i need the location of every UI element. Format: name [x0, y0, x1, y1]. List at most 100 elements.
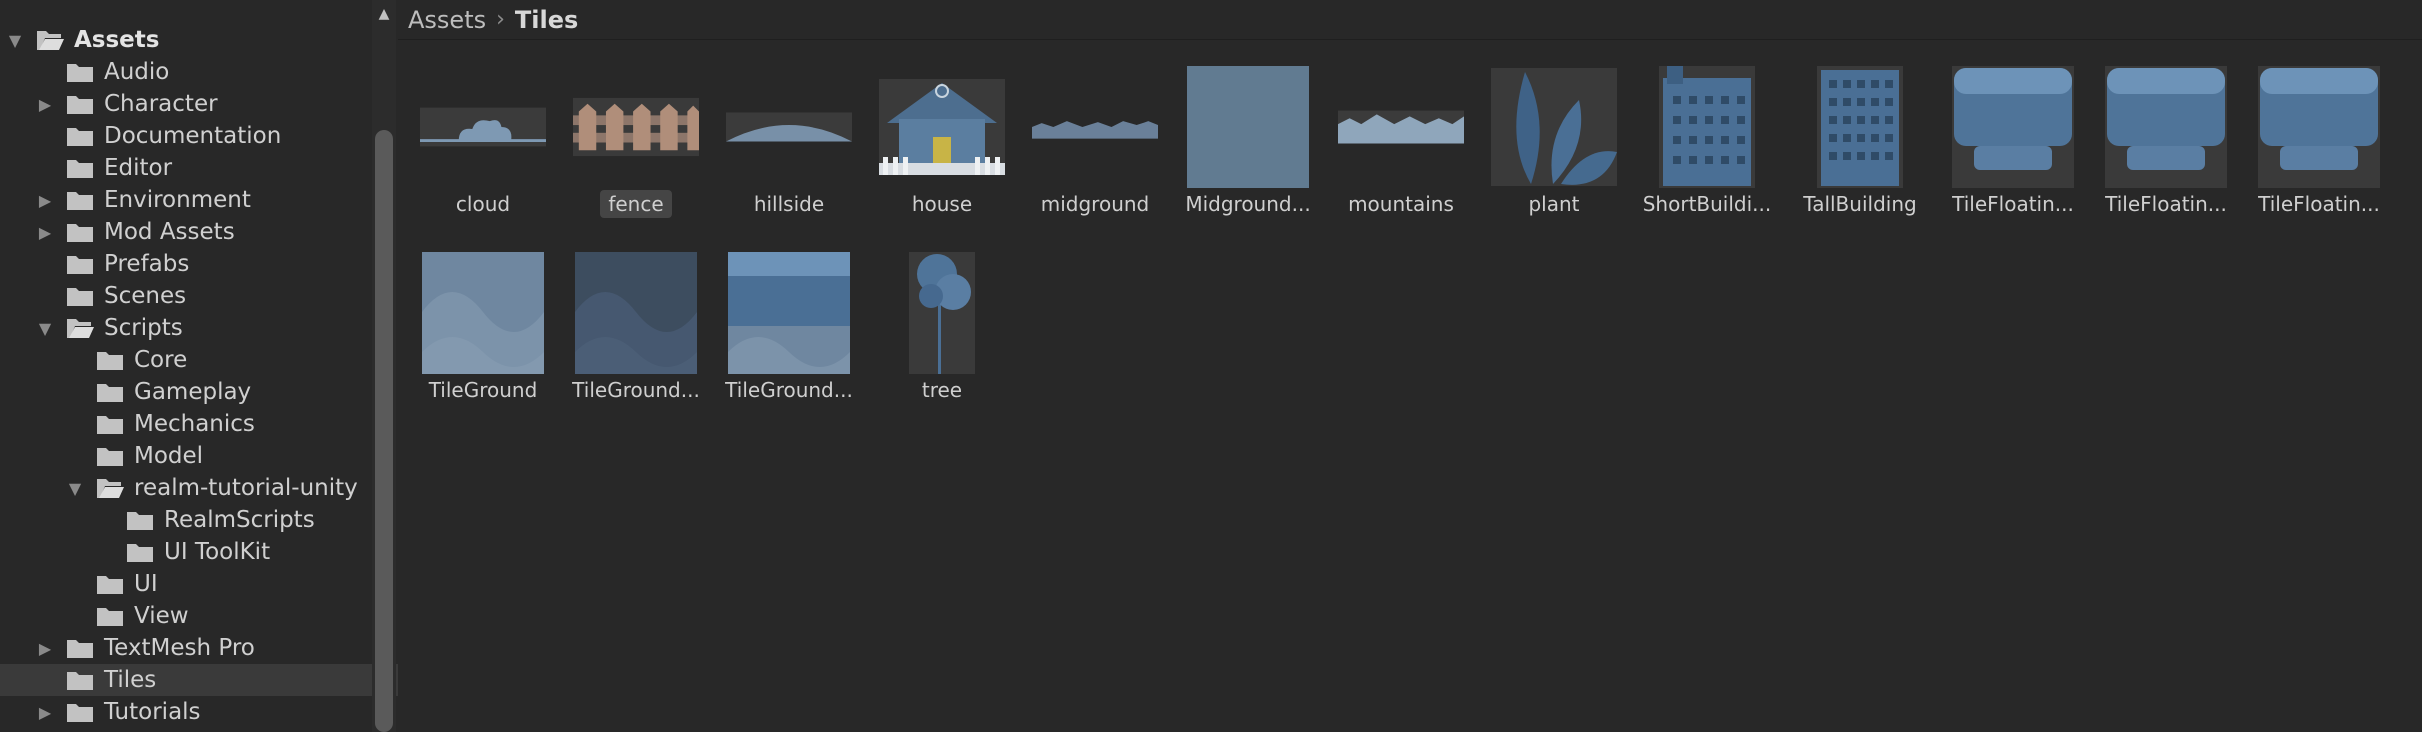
expand-arrow-down-icon[interactable]: ▼ — [6, 24, 24, 56]
asset-tile[interactable]: plant — [1479, 64, 1629, 244]
expand-arrow-right-icon[interactable]: ▶ — [36, 184, 54, 216]
folder-icon — [96, 604, 124, 628]
asset-tile[interactable]: TileFloatin... — [1938, 64, 2088, 244]
asset-label-text: TileFloatin... — [1952, 192, 2074, 216]
tree-scrollbar[interactable]: ▲ — [372, 0, 396, 732]
folder-icon — [126, 540, 154, 564]
asset-tile[interactable]: ShortBuildi... — [1632, 64, 1782, 244]
asset-label-text: TallBuilding — [1803, 192, 1917, 216]
expand-arrow-right-icon[interactable]: ▶ — [36, 632, 54, 664]
expand-arrow-right-icon[interactable]: ▶ — [36, 696, 54, 728]
asset-label-text: mountains — [1348, 192, 1454, 216]
tree-item-tutorials[interactable]: ▶ Tutorials — [0, 696, 408, 728]
tree-item-label: Editor — [104, 155, 173, 181]
asset-tile[interactable]: mountains — [1326, 64, 1476, 244]
tree-item-prefabs[interactable]: Prefabs — [0, 248, 408, 280]
expand-arrow-down-icon[interactable]: ▼ — [66, 472, 84, 504]
asset-label: cloud — [408, 192, 558, 216]
tree-item-label: RealmScripts — [164, 507, 315, 533]
asset-tile[interactable]: midground — [1020, 64, 1170, 244]
asset-tile[interactable]: TileGround... — [714, 250, 864, 430]
folder-open-icon — [36, 28, 64, 52]
tree-item-label: Audio — [104, 59, 170, 85]
asset-label: fence — [561, 190, 711, 218]
tile-ground-dark-sprite-icon — [573, 250, 699, 376]
asset-label-text: midground — [1040, 192, 1150, 216]
asset-label: TileGround... — [714, 378, 864, 402]
expand-arrow-right-icon[interactable]: ▶ — [36, 216, 54, 248]
asset-tile[interactable]: tree — [867, 250, 1017, 430]
asset-tile[interactable]: TileGround... — [561, 250, 711, 430]
cloud-sprite-icon — [420, 64, 546, 190]
tree-item-tiles[interactable]: Tiles — [0, 664, 408, 696]
asset-tile[interactable]: cloud — [408, 64, 558, 244]
tree-item-textmesh-pro[interactable]: ▶ TextMesh Pro — [0, 632, 408, 664]
asset-label-text: plant — [1528, 192, 1580, 216]
asset-label: Midground... — [1173, 192, 1323, 216]
tree-item-label: Mod Assets — [104, 219, 235, 245]
folder-icon — [66, 92, 94, 116]
scrollbar-thumb[interactable] — [375, 130, 393, 732]
tree-item-label: realm-tutorial-unity — [134, 475, 358, 501]
tree-item-editor[interactable]: Editor — [0, 152, 408, 184]
asset-label-text: TileFloatin... — [2105, 192, 2227, 216]
tree-item-assets[interactable]: ▼ Assets — [0, 24, 378, 56]
tree-item-mod-assets[interactable]: ▶ Mod Assets — [0, 216, 408, 248]
breadcrumb-tiles[interactable]: Tiles — [515, 6, 578, 34]
asset-tile[interactable]: fence — [561, 64, 711, 244]
tile-floating-sprite-icon — [1950, 64, 2076, 190]
tile-ground-top-sprite-icon — [726, 250, 852, 376]
tree-item-label: Tutorials — [104, 699, 201, 725]
scroll-up-arrow-icon[interactable]: ▲ — [372, 4, 396, 24]
asset-label-text: TileGround — [428, 378, 538, 402]
folder-icon — [66, 668, 94, 692]
tree-item-audio[interactable]: Audio — [0, 56, 408, 88]
tree-item-label: Mechanics — [134, 411, 255, 437]
tree-item-documentation[interactable]: Documentation — [0, 120, 408, 152]
tree-item-label: Gameplay — [134, 379, 252, 405]
asset-label: mountains — [1326, 192, 1476, 216]
folder-icon — [96, 444, 124, 468]
breadcrumb-assets[interactable]: Assets — [408, 6, 486, 34]
tree-item-label: Prefabs — [104, 251, 190, 277]
midground-square-sprite-icon — [1185, 64, 1311, 190]
asset-tile[interactable]: house — [867, 64, 1017, 244]
asset-tile[interactable]: Midground... — [1173, 64, 1323, 244]
asset-tile[interactable]: TileFloatin... — [2244, 64, 2394, 244]
folder-tree-panel: ▼ Assets Audio ▶ Character Documentation Edito… — [0, 0, 408, 732]
asset-tile[interactable]: TileGround — [408, 250, 558, 430]
tree-item-scenes[interactable]: Scenes — [0, 280, 408, 312]
tree-item-label: Scripts — [104, 315, 183, 341]
asset-tile[interactable]: TileFloatin... — [2091, 64, 2241, 244]
tree-item-character[interactable]: ▶ Character — [0, 88, 408, 120]
short-building-sprite-icon — [1644, 64, 1770, 190]
folder-icon — [66, 700, 94, 724]
tree-item-environment[interactable]: ▶ Environment — [0, 184, 408, 216]
asset-label: TileGround — [408, 378, 558, 402]
asset-tile[interactable]: hillside — [714, 64, 864, 244]
asset-label: TallBuilding — [1785, 192, 1935, 216]
folder-open-icon — [96, 476, 124, 500]
expand-arrow-down-icon[interactable]: ▼ — [36, 312, 54, 344]
tree-item-label: Character — [104, 91, 218, 117]
folder-icon — [66, 60, 94, 84]
asset-label-text: fence — [600, 190, 672, 218]
asset-label: TileGround... — [561, 378, 711, 402]
asset-tile[interactable]: TallBuilding — [1785, 64, 1935, 244]
folder-icon — [96, 380, 124, 404]
midground-sprite-icon — [1032, 64, 1158, 190]
tile-floating-sprite-icon — [2256, 64, 2382, 190]
expand-arrow-right-icon[interactable]: ▶ — [36, 88, 54, 120]
folder-icon — [66, 220, 94, 244]
folder-icon — [126, 508, 154, 532]
tree-item-label: View — [134, 603, 189, 629]
folder-icon — [96, 412, 124, 436]
tree-item-scripts[interactable]: ▼ Scripts — [0, 312, 408, 344]
asset-label: midground — [1020, 192, 1170, 216]
